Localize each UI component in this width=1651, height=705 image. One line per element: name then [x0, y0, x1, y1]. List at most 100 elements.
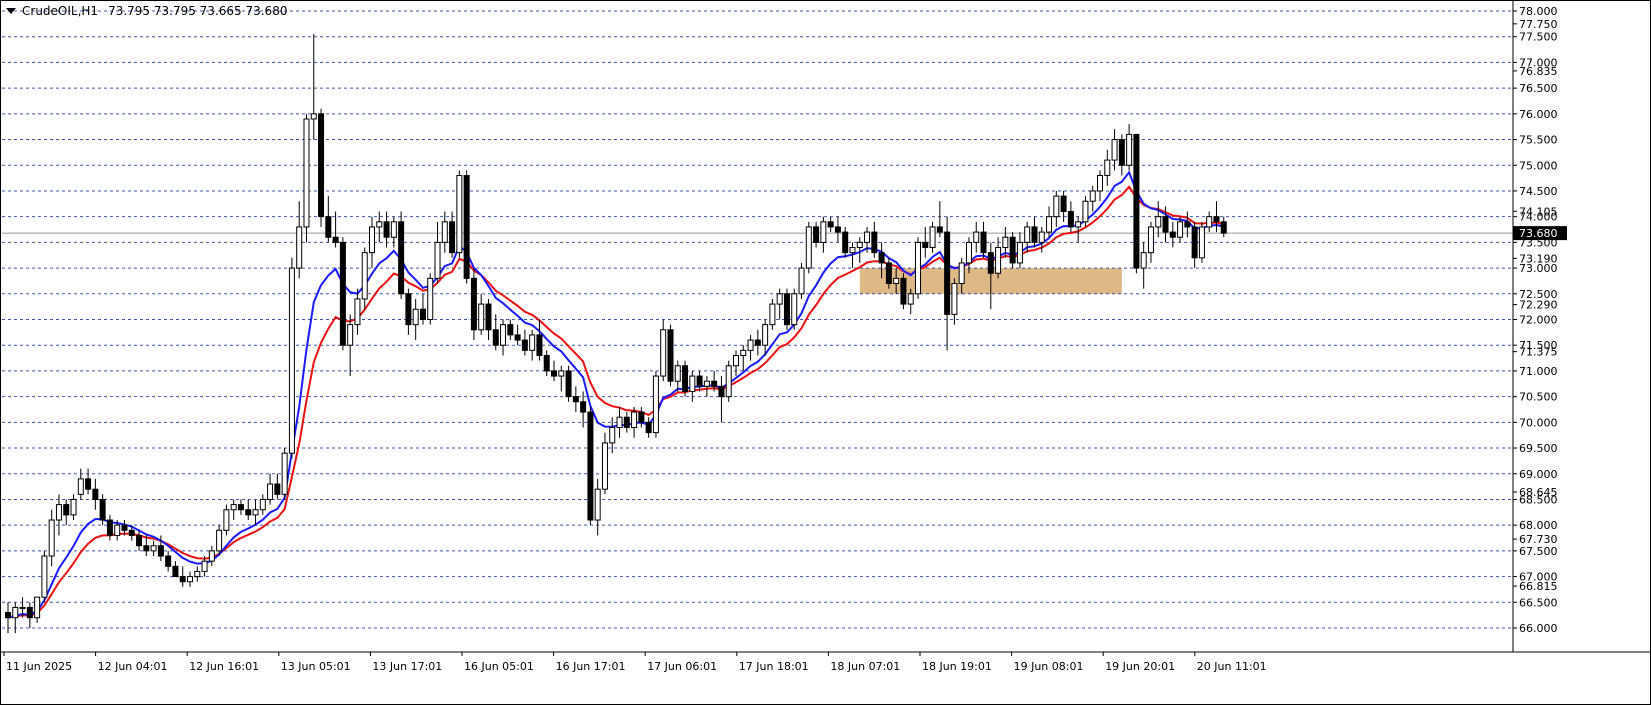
- candle-body: [419, 308, 426, 321]
- candle-body: [965, 241, 972, 264]
- candle-body: [521, 339, 528, 351]
- candle: [281, 448, 288, 500]
- candle: [318, 108, 325, 227]
- candle-body: [936, 226, 943, 233]
- candle-body: [711, 380, 718, 387]
- candle: [419, 293, 426, 325]
- candle-body: [660, 329, 667, 377]
- candle-body: [354, 298, 361, 326]
- candle: [172, 561, 179, 578]
- y-tick-label: 78.000: [1519, 5, 1558, 18]
- candle-body: [594, 488, 601, 521]
- y-tick-label: 70.000: [1519, 416, 1558, 429]
- candle-body: [907, 293, 914, 305]
- candle-body: [834, 226, 841, 233]
- candle-body: [951, 283, 958, 315]
- candle: [267, 473, 274, 505]
- candle: [470, 268, 477, 341]
- candle-body: [165, 555, 172, 567]
- y-tick-label: 68.000: [1519, 519, 1558, 532]
- candle-body: [1118, 139, 1125, 166]
- candle-body: [1009, 236, 1016, 264]
- candle: [623, 412, 630, 433]
- candle-body: [900, 277, 907, 305]
- candle-body: [798, 267, 805, 295]
- candle-body: [1097, 175, 1103, 192]
- candle-body: [631, 411, 638, 428]
- candle-body: [1220, 221, 1227, 234]
- candle: [667, 324, 674, 387]
- candle-body: [1031, 226, 1038, 243]
- candle-body: [383, 221, 390, 238]
- candle: [616, 406, 623, 438]
- candle: [871, 221, 878, 258]
- y-tick-label: 68.500: [1519, 493, 1558, 506]
- candle: [1053, 190, 1060, 227]
- candle-body: [427, 277, 434, 321]
- candle: [179, 566, 186, 587]
- candle: [652, 370, 659, 438]
- y-tick-label: 74.000: [1519, 211, 1558, 224]
- candle-body: [1002, 236, 1009, 249]
- candle-body: [725, 365, 732, 398]
- candle: [682, 360, 689, 397]
- candle: [529, 329, 536, 361]
- candle: [820, 216, 827, 253]
- y-tick-label: 76.835: [1519, 65, 1558, 78]
- candle-body: [1140, 252, 1147, 269]
- candle-body: [361, 252, 368, 300]
- candle-body: [572, 396, 579, 403]
- x-tick-label: 13 Jun 17:01: [372, 660, 442, 673]
- candle-body: [128, 529, 135, 536]
- candle-body: [252, 509, 259, 516]
- candle-body: [485, 303, 492, 331]
- candle: [944, 216, 951, 351]
- candle-body: [70, 498, 77, 516]
- y-tick-label: 77.750: [1519, 18, 1558, 31]
- candle-body: [223, 509, 230, 531]
- y-tick-label: 71.000: [1519, 365, 1558, 378]
- candle-body: [587, 411, 594, 521]
- y-tick-label: 66.000: [1519, 622, 1558, 635]
- candle: [689, 370, 696, 402]
- candle: [536, 319, 543, 361]
- y-tick-label: 69.500: [1519, 442, 1558, 455]
- candle: [456, 170, 463, 258]
- candle-body: [791, 293, 798, 326]
- candle: [1097, 170, 1103, 202]
- candle-body: [1169, 231, 1176, 238]
- candle-body: [558, 370, 565, 377]
- candle-body: [783, 293, 790, 326]
- candle-body: [609, 426, 616, 444]
- candle-body: [274, 483, 281, 495]
- candle-body: [1016, 241, 1023, 264]
- candle: [543, 350, 550, 377]
- candle-body: [339, 241, 346, 346]
- candle: [776, 288, 783, 320]
- candle: [187, 571, 193, 587]
- y-tick-label: 71.375: [1519, 346, 1558, 359]
- caret-down-icon[interactable]: [6, 8, 16, 14]
- candle: [1191, 221, 1198, 269]
- candle: [5, 602, 11, 634]
- candle-body: [281, 452, 288, 495]
- x-tick-label: 20 Jun 11:01: [1197, 660, 1267, 673]
- price-chart[interactable]: 78.00077.75077.50077.00076.83576.50076.0…: [0, 0, 1651, 705]
- candle: [805, 221, 812, 274]
- candle: [354, 288, 361, 335]
- candle: [150, 540, 157, 557]
- candle: [827, 216, 834, 233]
- candle-body: [1155, 216, 1162, 228]
- candle: [1198, 221, 1205, 263]
- candle-body: [878, 252, 885, 264]
- candle: [223, 504, 230, 536]
- candle: [660, 319, 667, 382]
- candle: [288, 257, 295, 459]
- candle: [507, 319, 514, 341]
- y-tick-label: 76.000: [1519, 108, 1558, 121]
- candle-body: [805, 226, 812, 269]
- x-tick-label: 12 Jun 16:01: [189, 660, 259, 673]
- candle: [412, 298, 419, 341]
- candle-body: [958, 262, 965, 285]
- candle-body: [114, 524, 121, 536]
